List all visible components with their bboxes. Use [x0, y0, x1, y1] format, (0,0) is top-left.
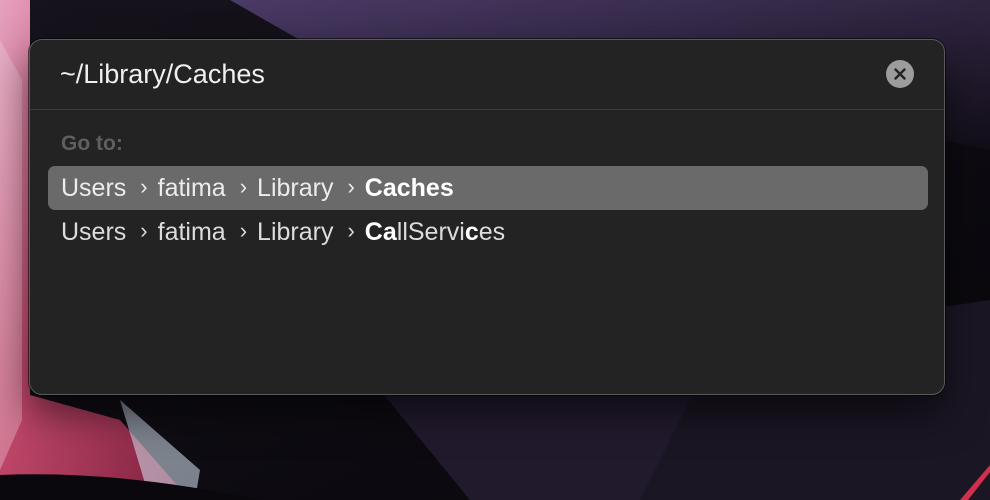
- path-segment: Users: [61, 217, 127, 246]
- path-segment: Library: [257, 173, 334, 202]
- path-segment: Library: [257, 217, 334, 246]
- result-row-callservices[interactable]: Users › fatima › Library › Ca llServi c es: [48, 210, 928, 254]
- result-row-caches[interactable]: Users › fatima › Library › Caches: [48, 166, 928, 210]
- path-leaf-match: Caches: [364, 173, 454, 202]
- go-to-label: Go to:: [61, 132, 123, 155]
- path-segment: fatima: [157, 217, 226, 246]
- desktop: Go to: Users › fatima › Library › Caches…: [0, 0, 990, 500]
- path-segment: Users: [61, 173, 127, 202]
- path-leaf-match: Ca: [364, 217, 397, 246]
- chevron-right-icon: ›: [140, 218, 148, 243]
- chevron-right-icon: ›: [140, 174, 148, 199]
- close-circle-icon: [894, 68, 906, 80]
- path-input[interactable]: [60, 54, 860, 94]
- path-leaf-text: es: [478, 217, 506, 246]
- path-leaf-text: llServi: [396, 217, 465, 246]
- go-to-folder-dialog: Go to: Users › fatima › Library › Caches…: [29, 39, 945, 395]
- chevron-right-icon: ›: [347, 174, 355, 199]
- chevron-right-icon: ›: [347, 218, 355, 243]
- clear-button[interactable]: [886, 60, 914, 88]
- chevron-right-icon: ›: [239, 174, 248, 199]
- path-input-row: [30, 40, 944, 110]
- results-list: Users › fatima › Library › Caches Users …: [48, 166, 928, 254]
- chevron-right-icon: ›: [239, 218, 248, 243]
- path-segment: fatima: [157, 173, 226, 202]
- path-leaf-match: c: [464, 217, 479, 246]
